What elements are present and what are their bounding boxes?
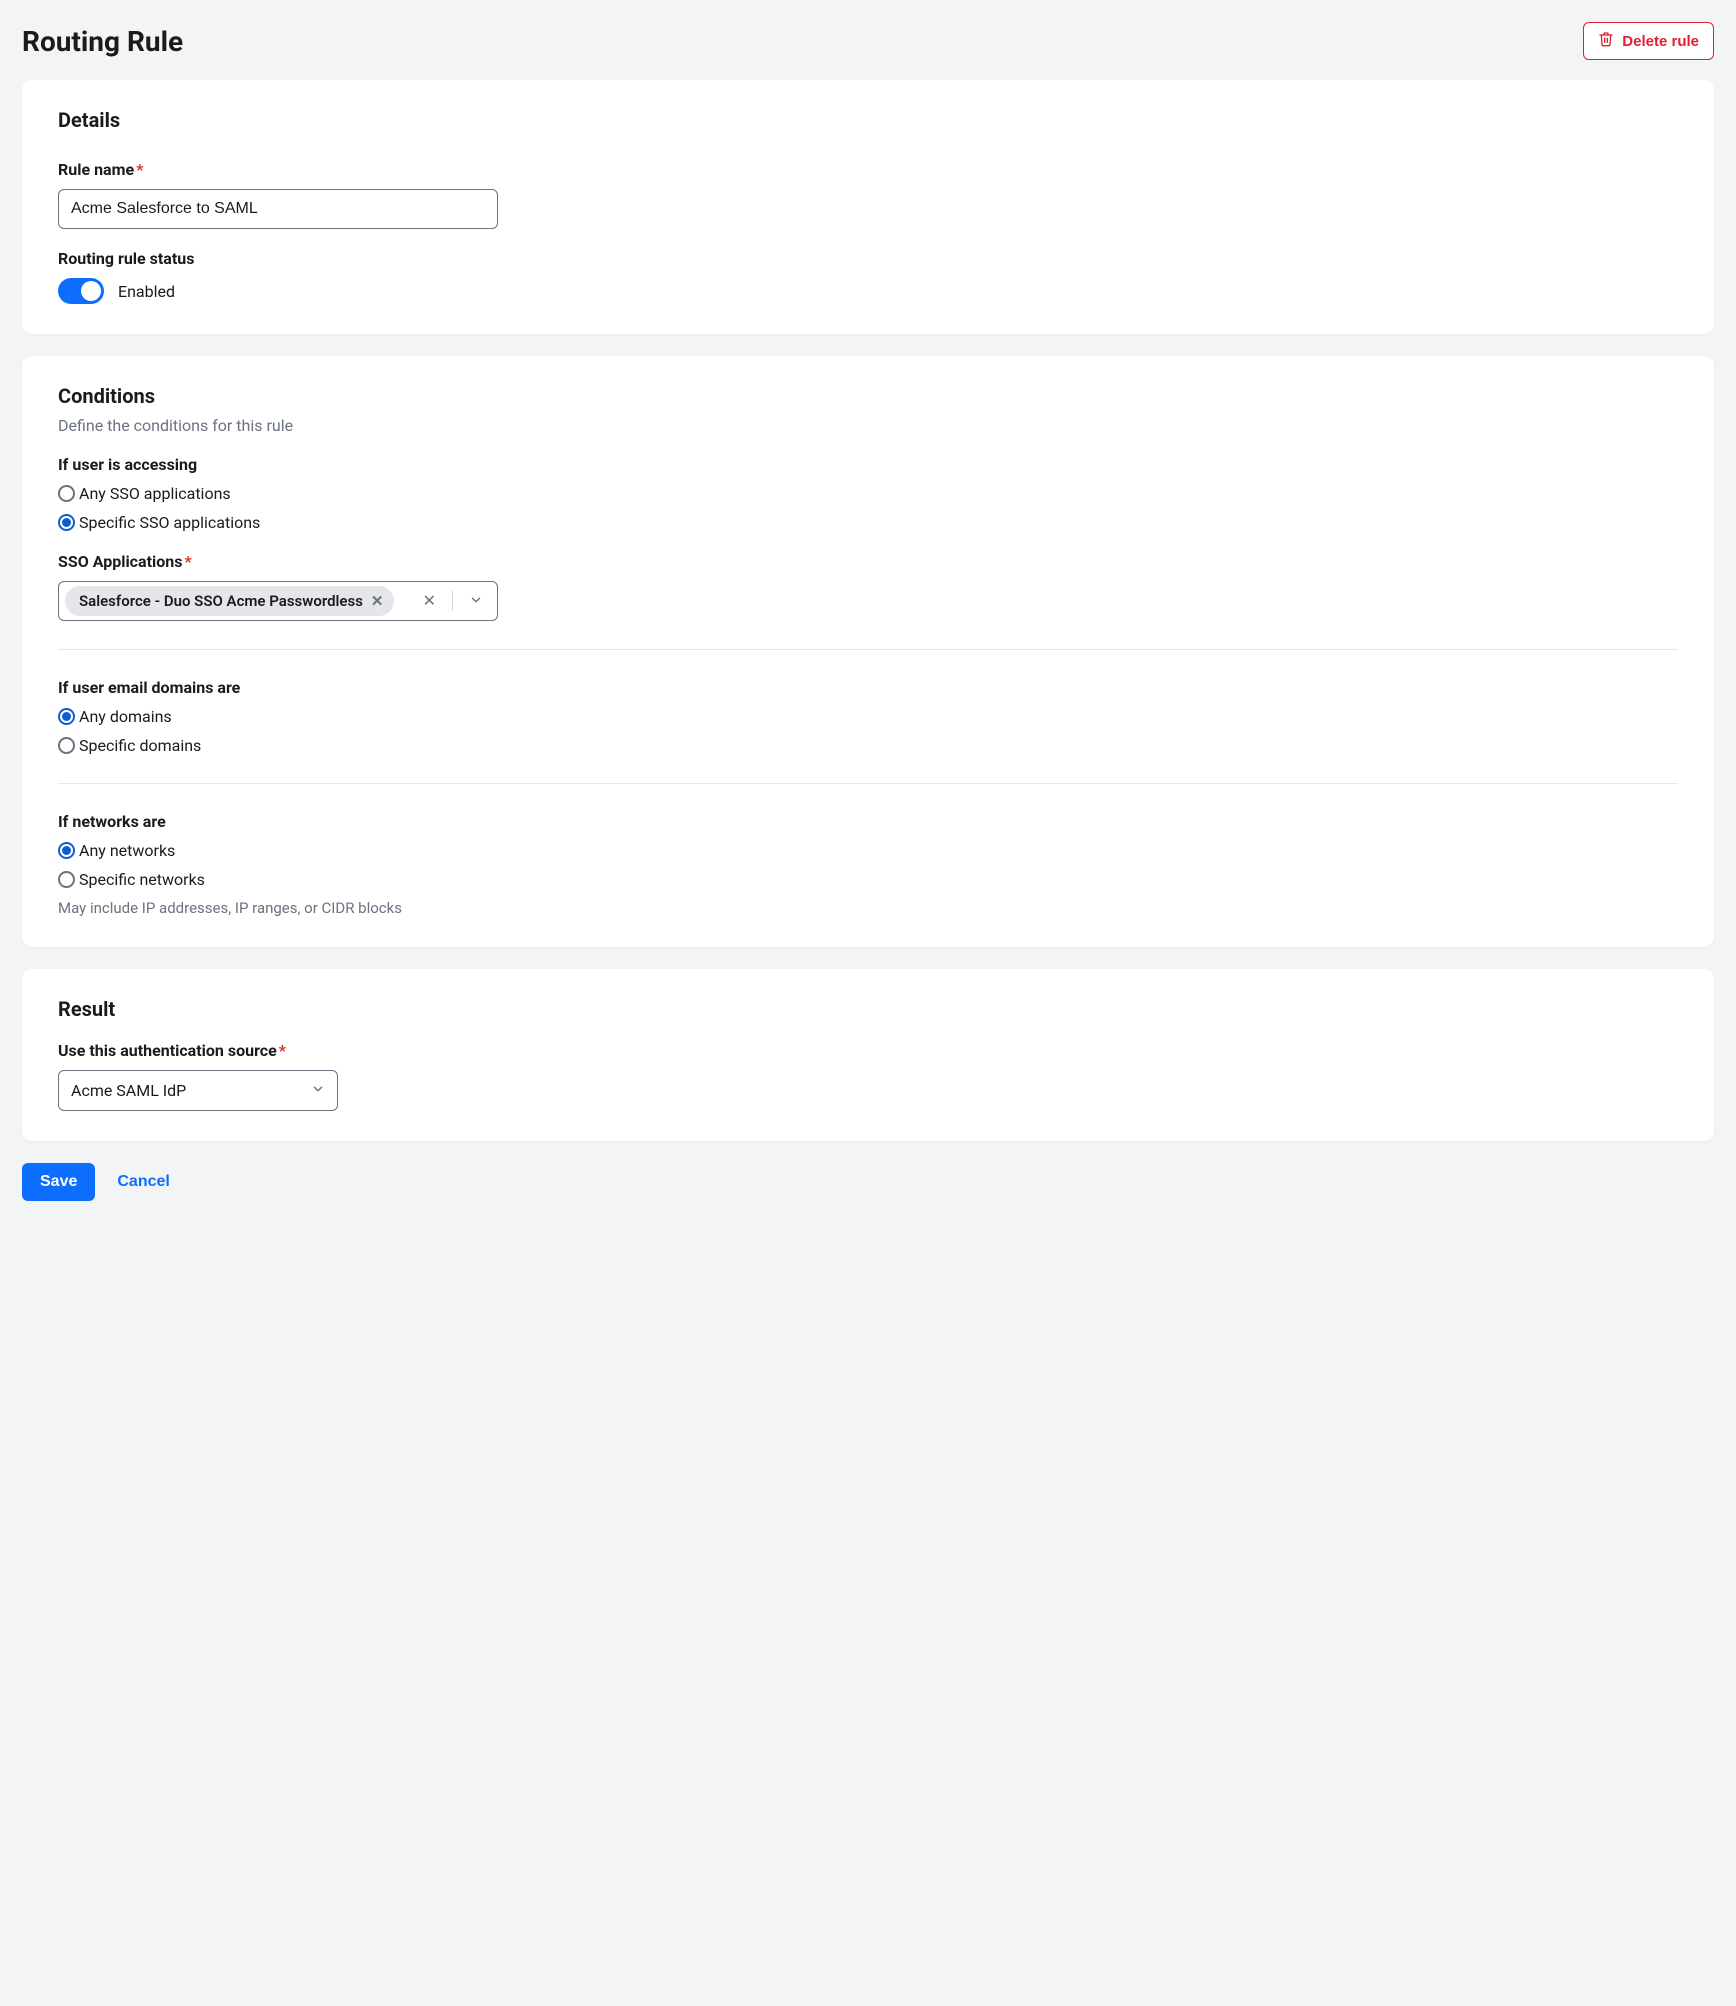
status-toggle[interactable] [58, 278, 104, 304]
domains-label: If user email domains are [58, 678, 1678, 697]
status-value: Enabled [118, 282, 175, 301]
radio-specific-domains[interactable]: Specific domains [58, 736, 1678, 755]
auth-source-select[interactable]: Acme SAML IdP [58, 1070, 338, 1111]
cancel-button[interactable]: Cancel [117, 1173, 169, 1191]
radio-icon [58, 485, 75, 502]
radio-any-sso-label: Any SSO applications [79, 484, 231, 503]
radio-any-sso[interactable]: Any SSO applications [58, 484, 1678, 503]
required-asterisk: * [279, 1041, 286, 1060]
radio-icon [58, 514, 75, 531]
radio-icon [58, 871, 75, 888]
radio-specific-sso-label: Specific SSO applications [79, 513, 260, 532]
rule-name-label-text: Rule name [58, 160, 134, 179]
rule-name-label: Rule name* [58, 160, 1678, 179]
chevron-down-icon[interactable] [461, 589, 491, 614]
radio-specific-sso[interactable]: Specific SSO applications [58, 513, 1678, 532]
chevron-down-icon [311, 1081, 325, 1100]
conditions-heading: Conditions [58, 384, 1678, 408]
radio-icon [58, 708, 75, 725]
divider [58, 649, 1678, 650]
radio-specific-networks-label: Specific networks [79, 870, 205, 889]
radio-any-networks-label: Any networks [79, 841, 175, 860]
chip-remove-icon[interactable]: ✕ [371, 594, 384, 609]
toggle-knob [81, 281, 101, 301]
sso-apps-label-text: SSO Applications [58, 552, 182, 571]
accessing-label: If user is accessing [58, 455, 1678, 474]
radio-any-domains-label: Any domains [79, 707, 172, 726]
result-card: Result Use this authentication source* A… [22, 969, 1714, 1141]
radio-any-domains[interactable]: Any domains [58, 707, 1678, 726]
auth-source-label: Use this authentication source* [58, 1041, 1678, 1060]
radio-icon [58, 737, 75, 754]
delete-rule-label: Delete rule [1622, 33, 1699, 50]
rule-status-label: Routing rule status [58, 249, 1678, 268]
chip-label: Salesforce - Duo SSO Acme Passwordless [79, 592, 363, 610]
save-button[interactable]: Save [22, 1163, 95, 1201]
rule-name-input[interactable] [58, 189, 498, 229]
result-heading: Result [58, 997, 1678, 1021]
networks-label: If networks are [58, 812, 1678, 831]
radio-any-networks[interactable]: Any networks [58, 841, 1678, 860]
required-asterisk: * [184, 552, 191, 571]
radio-icon [58, 842, 75, 859]
conditions-card: Conditions Define the conditions for thi… [22, 356, 1714, 947]
conditions-subtitle: Define the conditions for this rule [58, 416, 1678, 435]
auth-source-value: Acme SAML IdP [71, 1081, 186, 1100]
divider [58, 783, 1678, 784]
radio-specific-domains-label: Specific domains [79, 736, 201, 755]
required-asterisk: * [136, 160, 143, 179]
page-title: Routing Rule [22, 25, 183, 58]
footer-actions: Save Cancel [22, 1163, 1714, 1201]
auth-source-label-text: Use this authentication source [58, 1041, 277, 1060]
details-heading: Details [58, 108, 1678, 132]
divider [452, 591, 453, 611]
radio-specific-networks[interactable]: Specific networks [58, 870, 1678, 889]
networks-hint: May include IP addresses, IP ranges, or … [58, 899, 1678, 917]
sso-apps-multiselect[interactable]: Salesforce - Duo SSO Acme Passwordless ✕… [58, 581, 498, 621]
sso-app-chip: Salesforce - Duo SSO Acme Passwordless ✕ [65, 586, 394, 616]
clear-all-icon[interactable]: ✕ [415, 589, 444, 613]
sso-apps-label: SSO Applications* [58, 552, 1678, 571]
delete-rule-button[interactable]: Delete rule [1583, 22, 1714, 60]
trash-icon [1598, 31, 1614, 51]
details-card: Details Rule name* Routing rule status E… [22, 80, 1714, 334]
